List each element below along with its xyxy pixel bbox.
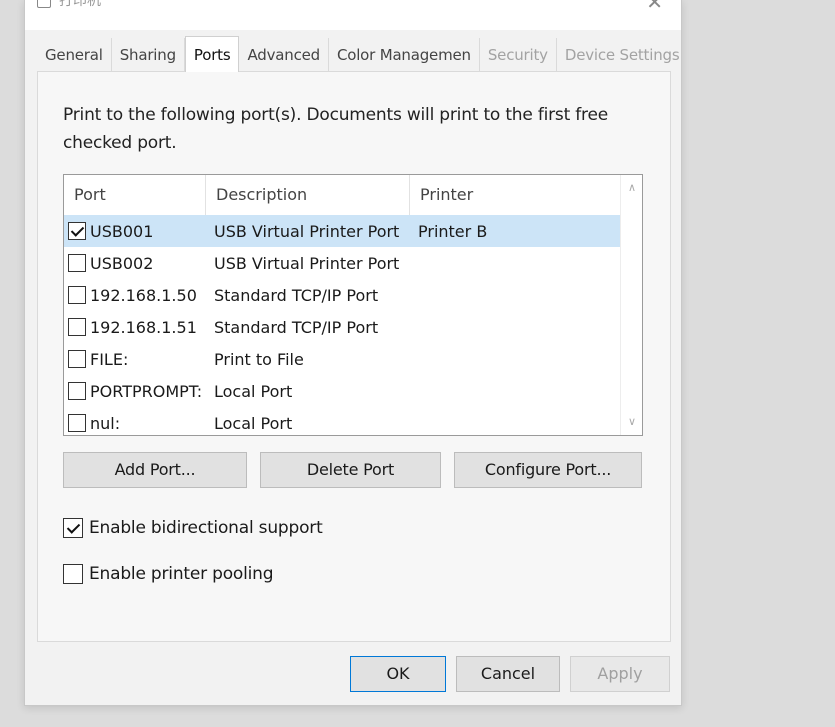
port-printer: Printer B [418,221,488,241]
tab-color-management[interactable]: Color Managemen [329,38,480,72]
port-checkbox-nul[interactable] [68,414,86,432]
port-checkbox-file[interactable] [68,350,86,368]
tab-strip: General Sharing Ports Advanced Color Man… [37,36,689,72]
port-row-portprompt[interactable]: PORTPROMPT: Local Port [64,375,620,407]
cancel-button[interactable]: Cancel [456,656,560,692]
port-row-ip-50[interactable]: 192.168.1.50 Standard TCP/IP Port [64,279,620,311]
port-description: Local Port [214,381,293,401]
port-row-nul[interactable]: nul: Local Port [64,407,620,435]
tab-device-settings[interactable]: Device Settings [557,38,689,72]
port-name: 192.168.1.51 [90,317,197,337]
printer-pooling-checkbox[interactable] [63,564,83,584]
port-list-header: Port Description Printer [64,175,620,215]
window-title: 打印机 [59,0,101,9]
port-description: Print to File [214,349,304,369]
port-name: 192.168.1.50 [90,285,197,305]
port-rows: USB001 USB Virtual Printer Port Printer … [64,215,620,435]
port-description: Local Port [214,413,293,433]
port-checkbox-ip-50[interactable] [68,286,86,304]
port-checkbox-ip-51[interactable] [68,318,86,336]
port-checkbox-portprompt[interactable] [68,382,86,400]
port-description: USB Virtual Printer Port [214,253,400,273]
port-row-file[interactable]: FILE: Print to File [64,343,620,375]
port-cell: FILE: [64,350,206,369]
port-name: USB001 [90,221,154,241]
delete-port-button[interactable]: Delete Port [260,452,441,488]
port-name: USB002 [90,253,154,273]
tab-advanced[interactable]: Advanced [239,38,329,72]
ports-intro-text: Print to the following port(s). Document… [63,105,608,153]
scroll-down-arrow-icon[interactable]: ∨ [621,411,642,433]
tab-security[interactable]: Security [480,38,557,72]
port-checkbox-usb002[interactable] [68,254,86,272]
close-button[interactable]: ✕ [646,0,663,14]
port-cell: USB002 [64,254,206,273]
column-header-description[interactable]: Description [206,175,410,215]
title-bar: 打印机 ✕ [25,0,681,30]
port-list-scrollbar[interactable]: ∧ ∨ [620,175,642,435]
port-name: FILE: [90,349,129,369]
tab-general[interactable]: General [37,38,112,72]
port-row-usb001[interactable]: USB001 USB Virtual Printer Port Printer … [64,215,620,247]
ok-button[interactable]: OK [350,656,446,692]
port-cell: nul: [64,414,206,433]
port-description: Standard TCP/IP Port [214,285,379,305]
port-cell: PORTPROMPT: [64,382,206,401]
printer-pooling-option[interactable]: Enable printer pooling [63,564,274,584]
add-port-button[interactable]: Add Port... [63,452,247,488]
printer-icon [37,0,51,8]
bidirectional-support-option[interactable]: Enable bidirectional support [63,518,323,538]
port-cell: 192.168.1.50 [64,286,206,305]
port-checkbox-usb001[interactable] [68,222,86,240]
printer-pooling-label: Enable printer pooling [89,564,274,584]
port-description: USB Virtual Printer Port [214,221,400,241]
tab-sharing[interactable]: Sharing [112,38,185,72]
port-row-usb002[interactable]: USB002 USB Virtual Printer Port [64,247,620,279]
port-name: nul: [90,413,121,433]
scroll-up-arrow-icon[interactable]: ∧ [621,177,642,199]
port-name: PORTPROMPT: [90,381,203,401]
bidirectional-support-checkbox[interactable] [63,518,83,538]
port-cell: 192.168.1.51 [64,318,206,337]
configure-port-button[interactable]: Configure Port... [454,452,642,488]
port-list[interactable]: Port Description Printer USB001 USB Virt… [63,174,643,436]
column-header-printer[interactable]: Printer [410,175,620,215]
ports-panel: Print to the following port(s). Document… [37,71,671,642]
port-row-ip-51[interactable]: 192.168.1.51 Standard TCP/IP Port [64,311,620,343]
apply-button[interactable]: Apply [570,656,670,692]
printer-properties-dialog: 打印机 ✕ General Sharing Ports Advanced Col… [24,0,689,706]
bidirectional-support-label: Enable bidirectional support [89,518,323,538]
tab-ports[interactable]: Ports [184,36,240,72]
column-header-port[interactable]: Port [64,175,206,215]
port-cell: USB001 [64,222,206,241]
port-description: Standard TCP/IP Port [214,317,379,337]
